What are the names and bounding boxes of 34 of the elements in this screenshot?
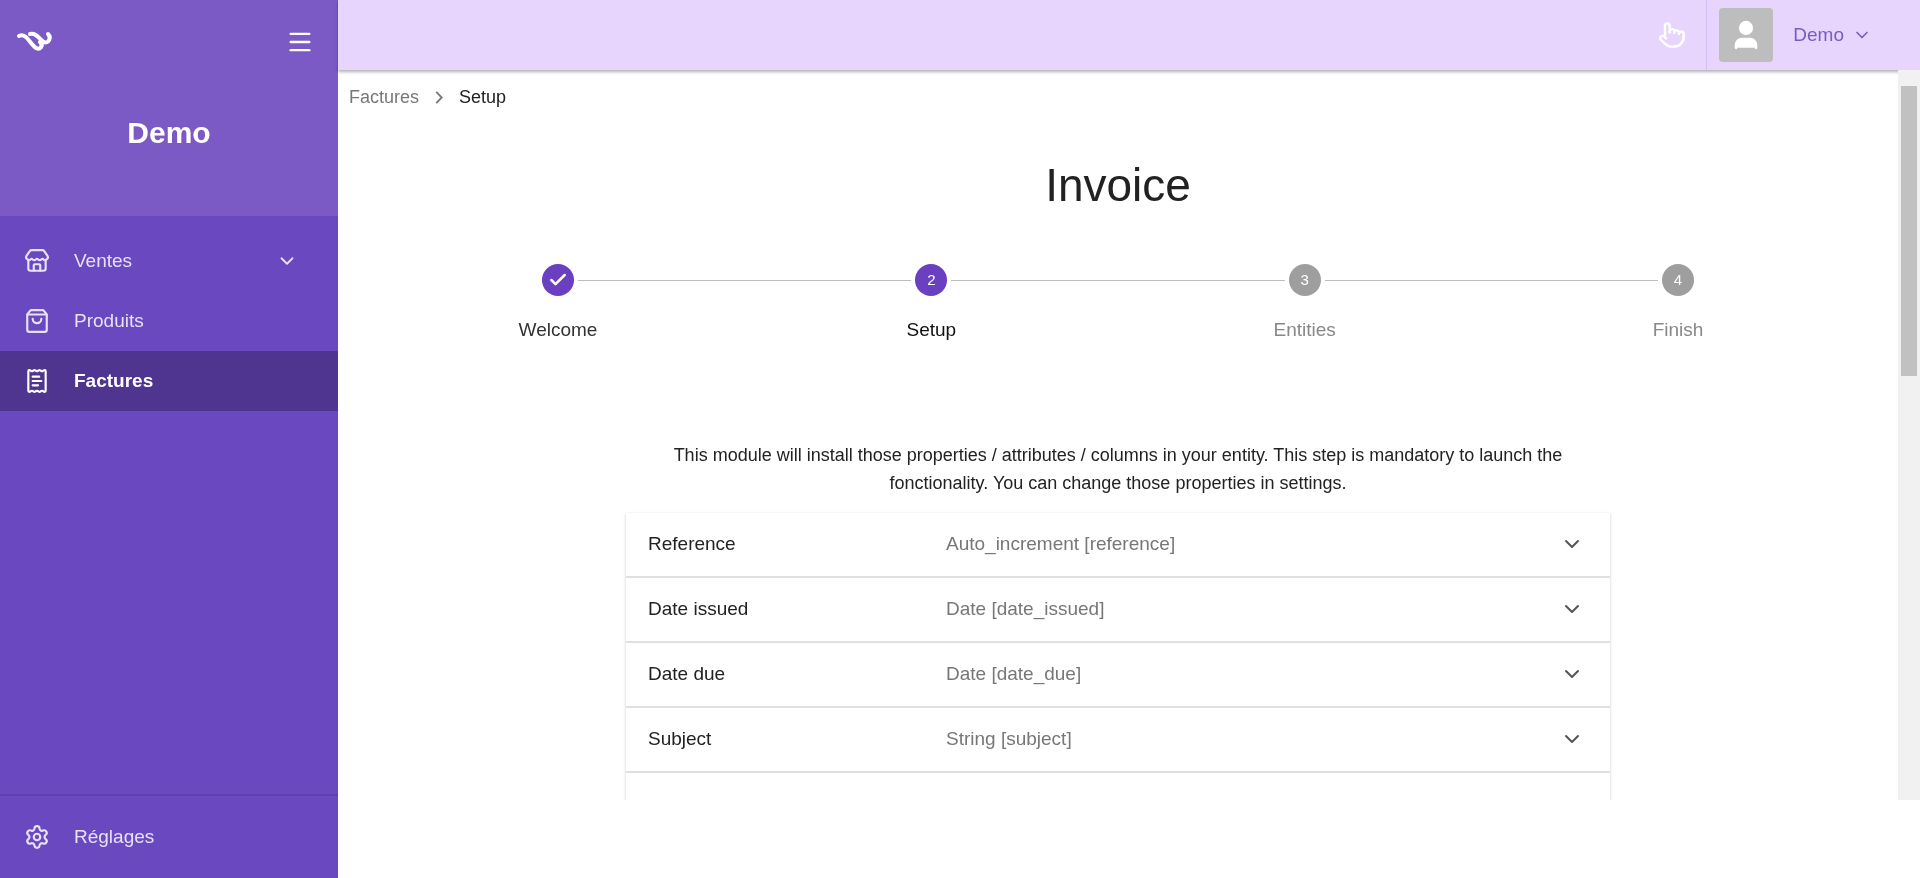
chevron-right-icon — [435, 91, 444, 104]
property-name: Subject — [648, 726, 713, 751]
sidebar-item[interactable]: Réglages — [0, 796, 338, 878]
nav-icon — [24, 248, 50, 274]
touch-gesture-icon — [1658, 21, 1687, 49]
property-type: Date [date_due] — [946, 661, 1083, 687]
nav-icon — [24, 308, 50, 334]
user-menu-button[interactable]: Demo — [1793, 20, 1896, 50]
property-type: Date [date_issued] — [946, 596, 1106, 622]
breadcrumb-item[interactable]: Factures — [349, 84, 420, 111]
nav-icon — [24, 368, 50, 394]
settings-icon — [24, 824, 50, 850]
property-name: Date issued — [648, 596, 750, 621]
sidebar-item[interactable]: Ventes — [0, 231, 338, 291]
step-label: Setup — [906, 318, 957, 342]
property-type: Auto_increment [reference] — [946, 531, 1177, 557]
description-text: This module will install those properties / attributes / columns in your entity. This step is mandatory to launch the fonctionality. You can change those properties in settings. — [672, 443, 1564, 495]
property-name: Date due — [648, 661, 727, 686]
property-type: String [subject] — [946, 726, 1073, 751]
breadcrumb-item: Setup — [459, 86, 507, 109]
property-name: Reference — [648, 531, 737, 556]
sidebar-title: Demo — [127, 114, 211, 151]
property-row[interactable]: Reference Auto_increment [reference] — [626, 512, 1610, 578]
property-row[interactable]: Date issued Date [date_issued] — [626, 577, 1610, 643]
property-row[interactable]: Subject String [subject] — [626, 707, 1610, 773]
avatar[interactable] — [1719, 8, 1774, 62]
page-title: Invoice — [1044, 158, 1192, 213]
step-label: Finish — [1652, 318, 1704, 342]
sidebar-item[interactable]: Factures — [0, 351, 338, 411]
step-label: Entities — [1273, 318, 1336, 342]
property-row[interactable]: Date due Date [date_due] — [626, 642, 1610, 708]
scrollbar[interactable] — [1898, 70, 1920, 800]
sidebar-item[interactable]: Produits — [0, 291, 338, 351]
step-label: Welcome — [518, 318, 598, 342]
